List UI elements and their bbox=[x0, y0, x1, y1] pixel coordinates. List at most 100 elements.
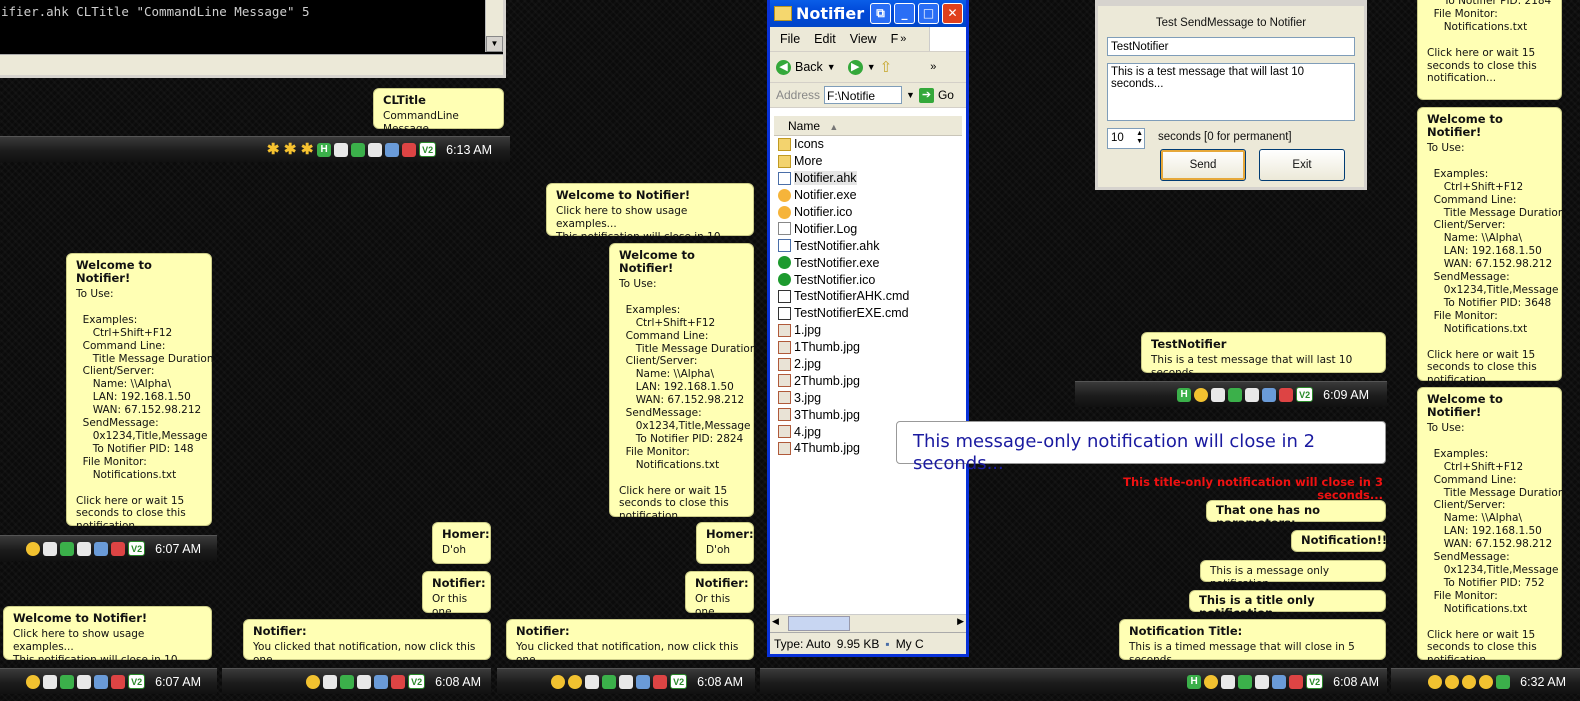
v2-icon[interactable]: V2 bbox=[1306, 674, 1324, 689]
back-button[interactable]: Back bbox=[795, 60, 823, 74]
timed-notification[interactable]: Notification Title: This is a timed mess… bbox=[1119, 619, 1386, 666]
computer-icon[interactable] bbox=[636, 674, 651, 689]
autohotkey-icon[interactable]: H bbox=[1187, 674, 1202, 689]
file-item[interactable]: TestNotifier.ahk bbox=[778, 237, 966, 254]
chat-icon[interactable] bbox=[568, 674, 583, 689]
name-column-header[interactable]: Name ▲ bbox=[774, 116, 962, 136]
back-arrow-icon[interactable]: ◀ bbox=[776, 59, 791, 75]
notifier-notification[interactable]: Notifier: Or this one bbox=[422, 571, 491, 618]
file-item[interactable]: Notifier.ahk bbox=[778, 170, 966, 187]
message-only-notification[interactable]: This message-only notification will clos… bbox=[896, 421, 1386, 474]
file-item[interactable]: 3.jpg bbox=[778, 389, 966, 406]
mouse-icon[interactable] bbox=[368, 142, 383, 157]
message-textarea[interactable] bbox=[1107, 63, 1355, 121]
mouse-icon[interactable] bbox=[357, 674, 372, 689]
v2-icon[interactable]: V2 bbox=[408, 674, 426, 689]
file-item[interactable]: TestNotifierEXE.cmd bbox=[778, 305, 966, 322]
v2-icon[interactable]: V2 bbox=[128, 541, 146, 556]
file-item[interactable]: Notifier.exe bbox=[778, 187, 966, 204]
volume-muted-icon[interactable] bbox=[391, 674, 406, 689]
volume-muted-icon[interactable] bbox=[402, 142, 417, 157]
test-notifier-titlebar[interactable] bbox=[1098, 0, 1364, 6]
star-icon[interactable]: ✱ bbox=[283, 142, 297, 157]
file-item[interactable]: 1Thumb.jpg bbox=[778, 339, 966, 356]
horizontal-scrollbar[interactable] bbox=[0, 54, 503, 75]
notifier-notification[interactable]: Notifier: Or this one bbox=[685, 571, 754, 618]
mouse-icon[interactable] bbox=[1245, 387, 1260, 402]
network-icon[interactable] bbox=[60, 674, 75, 689]
message-only-notification[interactable]: This is a message only notification... bbox=[1200, 560, 1386, 590]
mouse-icon[interactable] bbox=[1255, 674, 1270, 689]
homer-notification[interactable]: Homer: D'oh bbox=[432, 522, 491, 564]
chat-icon[interactable] bbox=[26, 541, 41, 556]
restore-icon[interactable]: ⧉ bbox=[870, 3, 891, 24]
welcome-usage-notification[interactable]: Welcome to Notifier! To Use: Examples: C… bbox=[1417, 107, 1565, 386]
file-item[interactable]: TestNotifier.exe bbox=[778, 254, 966, 271]
scrollbar-thumb[interactable] bbox=[788, 616, 850, 631]
forward-arrow-icon[interactable]: ▶ bbox=[847, 59, 863, 75]
chat-icon[interactable] bbox=[1462, 674, 1477, 689]
file-item[interactable]: TestNotifier.ico bbox=[778, 271, 966, 288]
computer-icon[interactable] bbox=[1262, 387, 1277, 402]
volume-muted-icon[interactable] bbox=[111, 541, 126, 556]
tray-clock[interactable]: 6:08 AM bbox=[1333, 675, 1379, 689]
file-item[interactable]: Icons bbox=[778, 136, 966, 153]
v2-icon[interactable]: V2 bbox=[1296, 387, 1314, 402]
chevron-down-icon[interactable]: ▼ bbox=[827, 62, 836, 72]
file-item[interactable]: 1.jpg bbox=[778, 322, 966, 339]
file-item[interactable]: Notifier.Log bbox=[778, 220, 966, 237]
title-only-notification[interactable]: This title-only notification will close … bbox=[1093, 476, 1383, 502]
address-input[interactable]: F:\Notifie bbox=[824, 86, 903, 104]
tray-clock[interactable]: 6:07 AM bbox=[155, 542, 201, 556]
monitor-icon[interactable] bbox=[585, 674, 600, 689]
close-button[interactable]: ✕ bbox=[942, 3, 963, 24]
explorer-titlebar[interactable]: Notifier ⧉ _ □ ✕ bbox=[770, 0, 966, 27]
maximize-button[interactable]: □ bbox=[918, 3, 939, 24]
send-button[interactable]: Send bbox=[1160, 149, 1246, 181]
v2-icon[interactable]: V2 bbox=[128, 674, 146, 689]
tray-clock[interactable]: 6:09 AM bbox=[1323, 388, 1369, 402]
monitor-icon[interactable] bbox=[334, 142, 349, 157]
computer-icon[interactable] bbox=[374, 674, 389, 689]
menu-edit[interactable]: Edit bbox=[814, 32, 836, 46]
volume-muted-icon[interactable] bbox=[1279, 387, 1294, 402]
tray-clock[interactable]: 6:08 AM bbox=[435, 675, 481, 689]
network-icon[interactable] bbox=[602, 674, 617, 689]
computer-icon[interactable] bbox=[94, 674, 109, 689]
star-icon[interactable]: ✱ bbox=[300, 142, 314, 157]
autohotkey-icon[interactable]: H bbox=[1177, 387, 1192, 402]
file-item[interactable]: TestNotifierAHK.cmd bbox=[778, 288, 966, 305]
tray-clock[interactable]: 6:07 AM bbox=[155, 675, 201, 689]
file-item[interactable]: 2.jpg bbox=[778, 356, 966, 373]
menu-favorites[interactable]: F bbox=[891, 32, 899, 46]
chevron-down-icon[interactable]: ▼ bbox=[867, 62, 876, 72]
chat-icon[interactable] bbox=[1204, 674, 1219, 689]
computer-icon[interactable] bbox=[94, 541, 109, 556]
clicked-notification[interactable]: Notifier: You clicked that notification,… bbox=[243, 619, 491, 666]
computer-icon[interactable] bbox=[1272, 674, 1287, 689]
chevron-down-icon[interactable]: ▼ bbox=[906, 90, 915, 100]
menu-view[interactable]: View bbox=[850, 32, 877, 46]
horizontal-scrollbar[interactable]: ◀ ▶ bbox=[770, 614, 966, 632]
welcome-usage-notification[interactable]: Welcome to Notifier! To Use: Examples: C… bbox=[66, 253, 214, 532]
toolbar-more-icon[interactable]: » bbox=[930, 61, 936, 73]
network-icon[interactable] bbox=[351, 142, 366, 157]
go-arrow-icon[interactable]: ➔ bbox=[918, 87, 934, 103]
test-notifier-window[interactable]: Test SendMessage to Notifier 10 ▲▼ secon… bbox=[1095, 0, 1367, 190]
welcome-notification[interactable]: Welcome to Notifier! Click here to show … bbox=[546, 183, 754, 256]
welcome-usage-notification[interactable]: Welcome to Notifier! To Use: Examples: C… bbox=[609, 243, 757, 522]
file-item[interactable]: Notifier.ico bbox=[778, 204, 966, 221]
chat-icon[interactable] bbox=[1479, 674, 1494, 689]
chat-icon[interactable] bbox=[26, 674, 41, 689]
monitor-icon[interactable] bbox=[43, 674, 58, 689]
seconds-stepper[interactable]: 10 ▲ ▼ bbox=[1107, 128, 1145, 149]
minimize-button[interactable]: _ bbox=[894, 3, 915, 24]
scroll-right-icon[interactable]: ▶ bbox=[957, 616, 964, 627]
scroll-left-icon[interactable]: ◀ bbox=[772, 616, 779, 627]
welcome-notification[interactable]: Welcome to Notifier! Click here to show … bbox=[3, 606, 212, 679]
vertical-scrollbar[interactable]: ▼ bbox=[485, 0, 503, 52]
file-item[interactable]: 2Thumb.jpg bbox=[778, 372, 966, 389]
exit-button[interactable]: Exit bbox=[1259, 149, 1345, 181]
star-icon[interactable]: ✱ bbox=[266, 142, 280, 157]
testnotifier-notification[interactable]: TestNotifier This is a test message that… bbox=[1141, 332, 1386, 379]
